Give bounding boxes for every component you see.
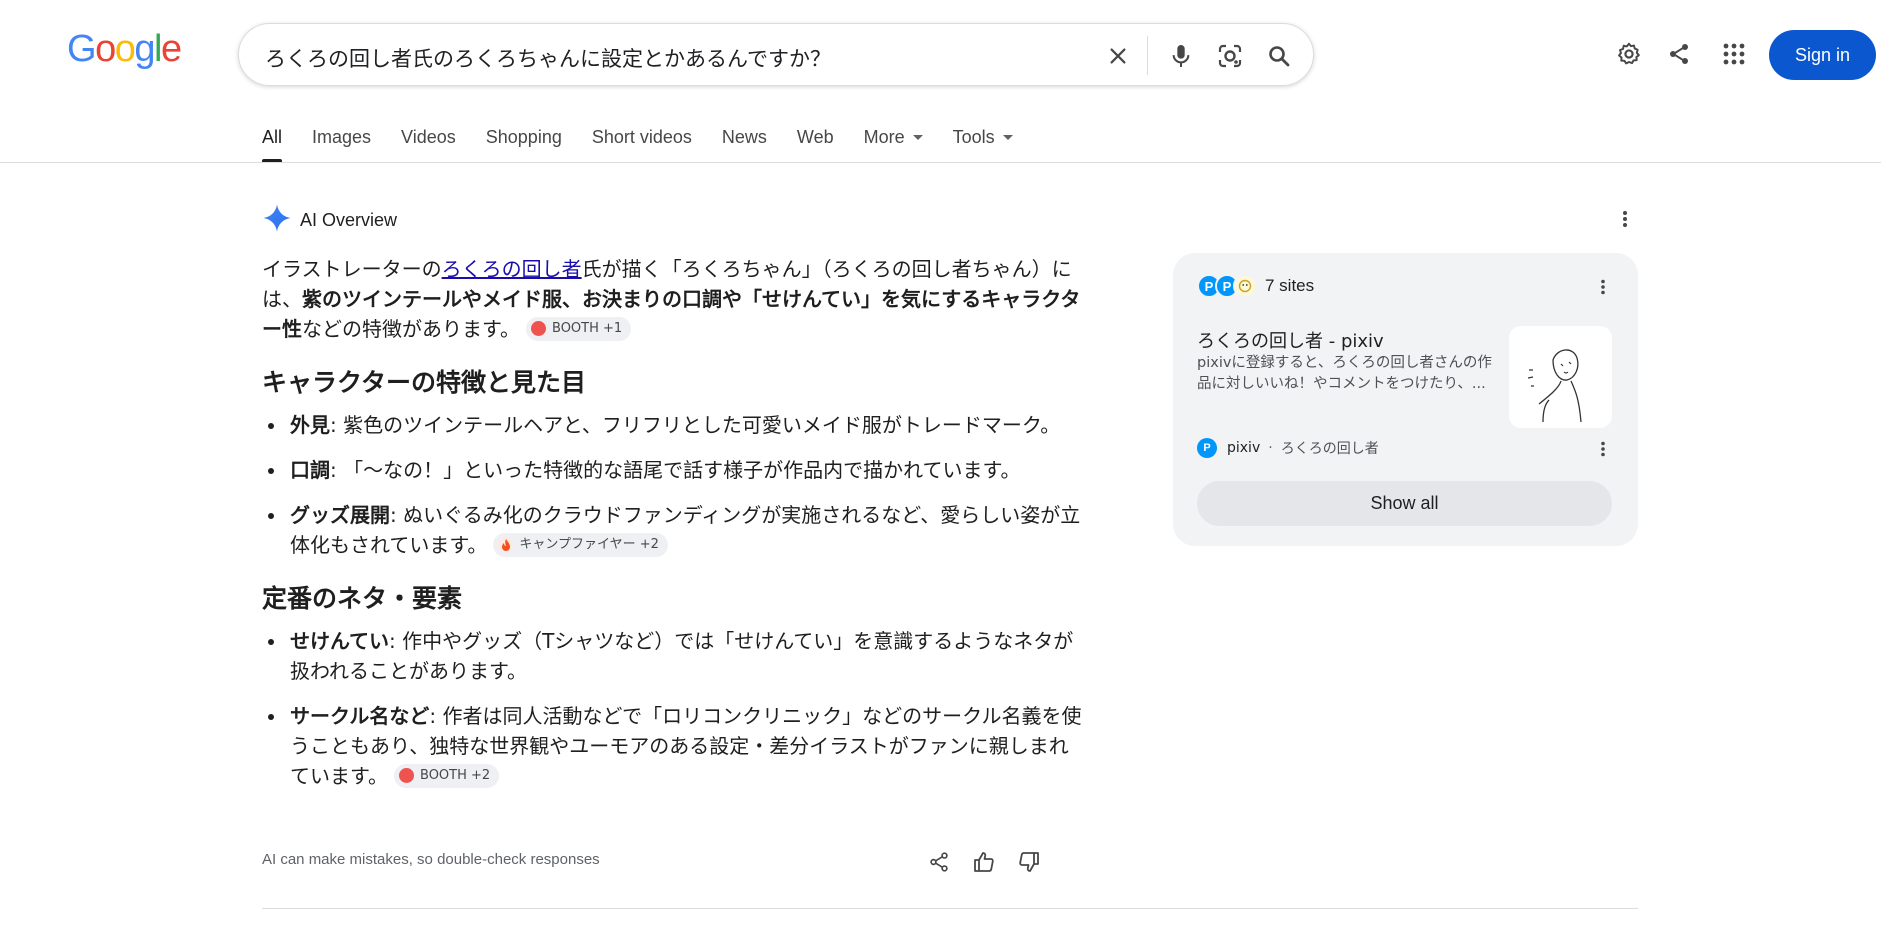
list-item: グッズ展開: ぬいぐるみ化のクラウドファンディングが実施されるなど、愛らしい姿が…	[262, 500, 1082, 560]
tab-label: News	[721, 127, 767, 147]
ai-overview-header: AI Overview	[262, 203, 397, 238]
thumbs-up-icon[interactable]	[971, 849, 997, 875]
more-vert-icon[interactable]	[1591, 275, 1615, 299]
search-box[interactable]: ろくろの回し者氏のろくろちゃんに設定とかあるんですか？	[238, 23, 1314, 86]
chip-label: キャンプファイヤー +2	[519, 536, 659, 552]
search-divider	[1147, 36, 1148, 75]
item-text: : 「〜なの！」といった特徴的な語尾で話す様子が作品内で描かれています。	[330, 458, 1021, 482]
list-item: 外見: 紫色のツインテールヘアと、フリフリとした可愛いメイド服がトレードマーク。	[262, 410, 1082, 440]
more-vert-icon[interactable]	[1613, 207, 1637, 231]
tab-shopping[interactable]: Shopping	[486, 126, 562, 162]
bullet-list: せけんてい: 作中やグッズ（Tシャツなど）では「せけんてい」を意識するようなネタ…	[262, 626, 1082, 791]
tab-tools[interactable]: Tools	[953, 126, 1013, 162]
item-term: グッズ展開	[290, 503, 390, 527]
source-attribution[interactable]: P pixiv · ろくろの回し者	[1197, 438, 1379, 458]
source-path: ろくろの回し者	[1280, 441, 1379, 457]
section-heading: キャラクターの特徴と見た目	[262, 368, 587, 397]
ai-disclaimer: AI can make mistakes, so double-check re…	[262, 851, 600, 868]
close-icon[interactable]	[1101, 39, 1135, 73]
sign-in-button[interactable]: Sign in	[1769, 30, 1876, 80]
item-text: : 作中やグッズ（Tシャツなど）では「せけんてい」を意識するようなネタが扱われる…	[290, 629, 1074, 683]
logo-letter: o	[95, 28, 116, 70]
tab-web[interactable]: Web	[797, 126, 834, 162]
source-chip[interactable]: BOOTH +2	[394, 763, 500, 788]
tab-short-videos[interactable]: Short videos	[592, 126, 692, 162]
tab-label: Shopping	[485, 127, 562, 147]
chevron-down-icon	[912, 135, 923, 140]
list-item: 口調: 「〜なの！」といった特徴的な語尾で話す様子が作品内で描かれています。	[262, 455, 1082, 485]
source-chip[interactable]: BOOTH +1	[526, 316, 632, 341]
search-tabs: All Images Videos Shopping Short videos …	[262, 126, 1043, 162]
sources-panel: P P 7 sites ろくろの回し者 - pixiv pixivに登録すると、…	[1173, 253, 1638, 546]
show-all-button[interactable]: Show all	[1197, 481, 1612, 526]
pixiv-icon: P	[1197, 438, 1217, 458]
section-divider	[262, 908, 1638, 909]
chip-label: BOOTH +2	[420, 767, 491, 783]
lens-icon[interactable]	[1213, 39, 1247, 73]
logo-letter: e	[160, 28, 182, 70]
item-text: : 紫色のツインテールヘアと、フリフリとした可愛いメイド服がトレードマーク。	[330, 413, 1061, 437]
logo-letter: G	[67, 28, 97, 70]
sources-header[interactable]: P P 7 sites	[1197, 274, 1314, 298]
sources-count: 7 sites	[1265, 276, 1315, 295]
mic-icon[interactable]	[1164, 39, 1198, 73]
more-vert-icon[interactable]	[1591, 437, 1615, 461]
ai-overview-body: イラストレーターのろくろの回し者氏が描く「ろくろちゃん」（ろくろの回し者ちゃん）…	[262, 254, 1082, 806]
booth-icon	[531, 321, 546, 336]
logo-letter: l	[153, 28, 162, 70]
list-item: せけんてい: 作中やグッズ（Tシャツなど）では「せけんてい」を意識するようなネタ…	[262, 626, 1082, 686]
separator-dot: ·	[1268, 440, 1273, 456]
tab-label: Short videos	[591, 127, 692, 147]
thumbs-down-icon[interactable]	[1016, 849, 1042, 875]
item-text: : ぬいぐるみ化のクラウドファンディングが実施されるなど、愛らしい姿が立体化もさ…	[290, 503, 1081, 557]
bullet-list: 外見: 紫色のツインテールヘアと、フリフリとした可愛いメイド服がトレードマーク。…	[262, 410, 1082, 560]
intro-text: イラストレーターの	[262, 257, 442, 281]
tab-videos[interactable]: Videos	[401, 126, 456, 162]
item-term: せけんてい	[290, 629, 389, 653]
google-logo[interactable]: Google	[67, 28, 182, 71]
list-item: サークル名など: 作者は同人活動などで「ロリコンクリニック」などのサークル名義を…	[262, 701, 1082, 791]
tab-images[interactable]: Images	[312, 126, 371, 162]
search-input[interactable]: ろくろの回し者氏のろくろちゃんに設定とかあるんですか？	[265, 43, 831, 73]
tabs-divider	[0, 162, 1881, 163]
item-term: 外見	[290, 413, 330, 437]
share-icon[interactable]	[1662, 37, 1696, 71]
chip-label: BOOTH +1	[552, 320, 623, 336]
tab-label: More	[863, 127, 905, 147]
booth-icon	[399, 768, 414, 783]
tab-label: Tools	[952, 127, 995, 147]
chevron-down-icon	[1002, 135, 1013, 140]
booth-icon	[1233, 274, 1257, 298]
logo-letter: o	[114, 28, 136, 70]
settings-icon[interactable]	[1612, 37, 1646, 71]
tab-all[interactable]: All	[262, 126, 283, 162]
tab-label: Images	[312, 127, 372, 147]
apps-icon[interactable]	[1717, 37, 1751, 71]
tab-label: All	[262, 127, 283, 147]
source-chip[interactable]: キャンプファイヤー +2	[493, 532, 668, 557]
ai-intro-paragraph: イラストレーターのろくろの回し者氏が描く「ろくろちゃん」（ろくろの回し者ちゃん）…	[262, 254, 1082, 344]
section-heading: 定番のネタ・要素	[262, 584, 463, 613]
author-link[interactable]: ろくろの回し者	[442, 257, 582, 281]
logo-letter: g	[134, 28, 155, 70]
sparkle-icon	[262, 203, 292, 238]
tab-label: Web	[796, 127, 834, 147]
search-icon[interactable]	[1262, 39, 1296, 73]
intro-text: などの特徴があります。	[302, 317, 520, 341]
item-term: サークル名など	[290, 704, 430, 728]
tab-label: Videos	[401, 127, 456, 147]
source-card-snippet: pixivに登録すると、ろくろの回し者さんの作品に対しいいね！やコメントをつけた…	[1197, 355, 1492, 392]
source-card-title[interactable]: ろくろの回し者 - pixiv	[1197, 327, 1384, 353]
source-thumbnail[interactable]	[1509, 326, 1612, 428]
tab-news[interactable]: News	[722, 126, 767, 162]
source-name: pixiv	[1227, 440, 1261, 456]
share-icon[interactable]	[926, 849, 952, 875]
ai-overview-title: AI Overview	[300, 210, 398, 230]
item-term: 口調	[290, 458, 330, 482]
tab-more[interactable]: More	[864, 126, 923, 162]
campfire-icon	[498, 537, 514, 552]
